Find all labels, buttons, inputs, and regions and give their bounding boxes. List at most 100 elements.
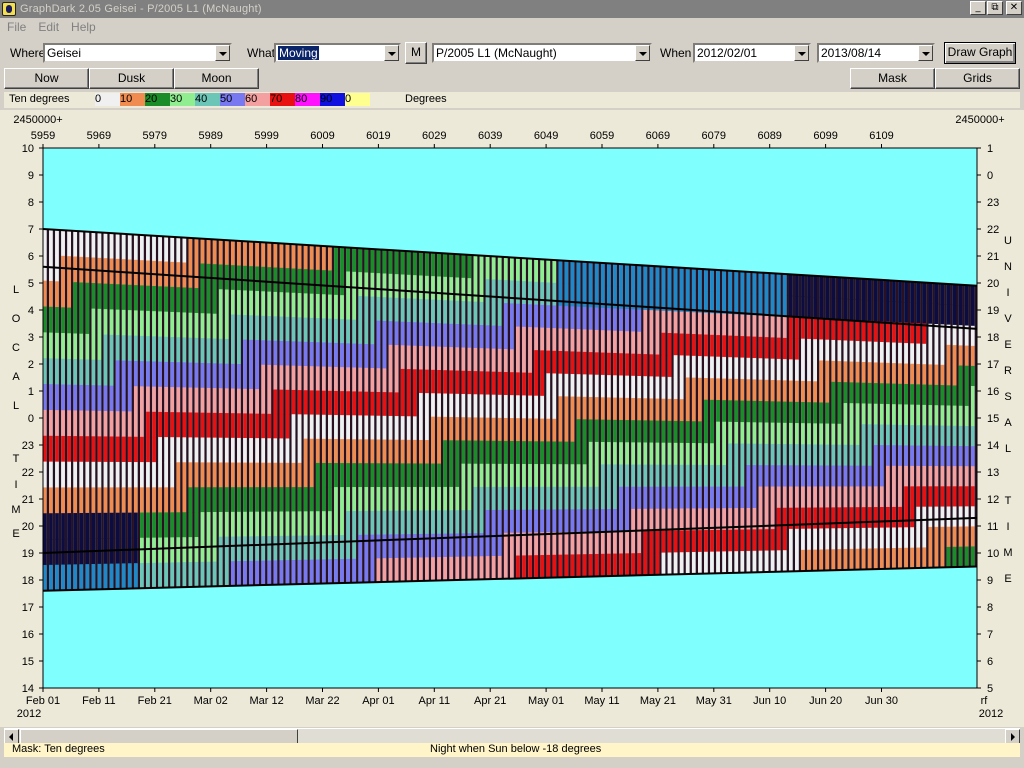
draw-graph-button[interactable]: Draw Graph	[944, 42, 1016, 64]
menu-edit[interactable]: Edit	[32, 20, 65, 34]
graph-column-segment	[916, 547, 921, 569]
graph-column-segment	[582, 554, 587, 578]
graph-column-segment	[940, 304, 945, 325]
graph-column-segment	[782, 359, 787, 381]
scroll-right-icon[interactable]	[1005, 729, 1020, 744]
now-button[interactable]: Now	[4, 68, 89, 89]
graph-column-segment	[176, 462, 181, 488]
m-button[interactable]: M	[405, 42, 427, 64]
graph-column-segment	[631, 264, 636, 288]
graph-column-segment	[764, 315, 769, 338]
graph-column-segment	[970, 486, 975, 507]
graph-column-segment	[164, 361, 169, 388]
graph-column-segment	[564, 396, 569, 420]
graph-column-segment	[770, 380, 775, 402]
close-button[interactable]: ✕	[1006, 1, 1022, 15]
chevron-down-icon[interactable]	[215, 45, 230, 61]
graph-column-segment	[279, 560, 284, 586]
graph-column-segment	[788, 444, 793, 466]
graph-column-segment	[182, 562, 187, 588]
graph-column-segment	[522, 395, 526, 419]
when-end-select[interactable]: 2013/08/14	[817, 43, 935, 63]
what-select[interactable]: Moving	[274, 43, 401, 63]
graph-column-segment	[291, 365, 296, 391]
graph-column-gap	[841, 277, 844, 570]
graph-column-segment	[600, 374, 605, 398]
scroll-left-icon[interactable]	[4, 729, 19, 744]
graph-column-segment	[103, 360, 108, 386]
graph-column-segment	[443, 300, 448, 324]
graph-column-segment	[231, 511, 235, 538]
graph-column-segment	[406, 510, 411, 535]
graph-column-segment	[85, 308, 90, 335]
moon-button[interactable]: Moon	[174, 68, 259, 89]
graph-column-gap	[149, 235, 153, 589]
graph-column-segment	[170, 311, 175, 338]
dusk-button[interactable]: Dusk	[89, 68, 174, 89]
graph-column-segment	[607, 553, 611, 577]
when-start-select[interactable]: 2012/02/01	[693, 43, 811, 63]
graph-column-segment	[546, 282, 551, 306]
graph-column-segment	[516, 257, 520, 282]
graph-column-segment	[825, 360, 830, 383]
graph-column-segment	[734, 357, 739, 380]
graph-column-segment	[449, 323, 454, 348]
status-mask: Mask: Ten degrees	[12, 743, 105, 755]
graph-column-segment	[600, 442, 605, 465]
graph-column-segment	[455, 486, 460, 511]
graph-column-segment	[807, 275, 811, 298]
graph-column-segment	[770, 358, 775, 381]
object-select[interactable]: P/2005 L1 (McNaught)	[432, 43, 652, 63]
chevron-down-icon[interactable]	[384, 45, 399, 61]
graph-column-segment	[176, 562, 181, 588]
graph-column-gap	[277, 243, 280, 585]
graph-column-segment	[813, 486, 818, 509]
graph-column-segment	[231, 314, 235, 340]
graph-column-segment	[728, 378, 733, 401]
graph-column-gap	[550, 259, 553, 578]
graph-column-segment	[910, 445, 915, 467]
graph-column-segment	[449, 556, 454, 581]
chevron-down-icon[interactable]	[918, 45, 933, 61]
graph-column-segment	[540, 304, 545, 329]
mask-button[interactable]: Mask	[850, 68, 935, 89]
restore-button[interactable]: ⧉	[987, 1, 1003, 15]
graph-column-segment	[146, 512, 150, 539]
graph-column-segment	[855, 278, 860, 300]
graph-column-segment	[698, 356, 702, 379]
when-start-value: 2012/02/01	[697, 46, 758, 60]
graph-column-segment	[946, 486, 951, 508]
graph-column-segment	[328, 511, 332, 536]
graph-column-segment	[673, 486, 678, 510]
grids-button[interactable]: Grids	[935, 68, 1020, 89]
graph-column-segment	[188, 437, 193, 463]
minimize-button[interactable]: _	[970, 1, 986, 15]
graph-column-segment	[61, 487, 65, 514]
graph-column-segment	[594, 352, 599, 376]
graph-column-segment	[473, 324, 478, 349]
graph-column-segment	[273, 535, 278, 561]
graph-column-segment	[503, 509, 508, 534]
menu-help[interactable]: Help	[65, 20, 102, 34]
visibility-graph[interactable]: 2450000+ 2450000+5959 5969 5979 5989 5999 6009…	[0, 110, 1024, 727]
graph-column-segment	[898, 547, 902, 569]
graph-column-gap	[356, 247, 359, 583]
graph-column-segment	[321, 511, 326, 536]
graph-column-segment	[837, 549, 842, 571]
horizontal-scrollbar[interactable]	[4, 728, 1020, 744]
graph-column-segment	[467, 556, 472, 581]
date-tick-label: Apr 21	[474, 695, 506, 707]
graph-column-segment	[309, 535, 314, 561]
graph-column-segment	[491, 256, 496, 280]
scroll-thumb[interactable]	[20, 729, 298, 744]
where-select[interactable]: Geisei	[43, 43, 232, 63]
graph-column-segment	[170, 336, 175, 363]
graph-column-segment	[776, 529, 781, 551]
graph-column-segment	[667, 420, 672, 444]
graph-column-segment	[855, 548, 860, 571]
chevron-down-icon[interactable]	[794, 45, 809, 61]
graph-column-segment	[321, 390, 326, 416]
graph-column-segment	[716, 270, 720, 293]
chevron-down-icon[interactable]	[635, 45, 650, 61]
menu-file[interactable]: File	[0, 20, 32, 34]
